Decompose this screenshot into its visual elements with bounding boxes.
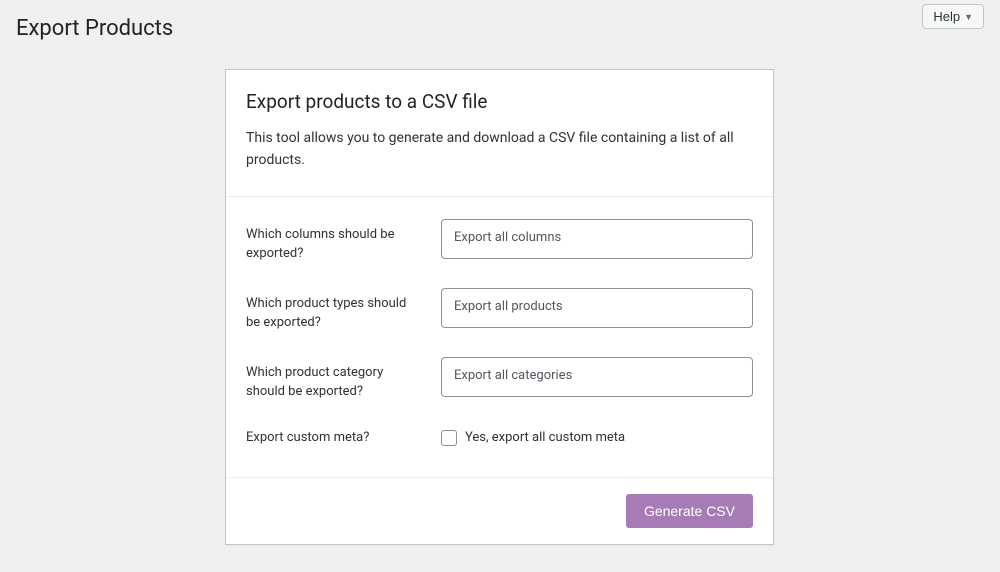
types-select[interactable]: Export all products	[441, 288, 753, 328]
category-select[interactable]: Export all categories	[441, 357, 753, 397]
row-types: Which product types should be exported? …	[246, 274, 753, 343]
page-title: Export Products	[16, 16, 173, 41]
card-description: This tool allows you to generate and dow…	[246, 127, 753, 172]
card-header: Export products to a CSV file This tool …	[226, 70, 773, 197]
export-card: Export products to a CSV file This tool …	[225, 69, 774, 545]
row-category: Which product category should be exporte…	[246, 343, 753, 412]
category-label: Which product category should be exporte…	[246, 357, 421, 402]
card-body: Which columns should be exported? Export…	[226, 197, 773, 479]
row-columns: Which columns should be exported? Export…	[246, 205, 753, 274]
columns-select[interactable]: Export all columns	[441, 219, 753, 259]
meta-label: Export custom meta?	[246, 426, 421, 448]
chevron-down-icon: ▼	[964, 12, 973, 22]
row-meta: Export custom meta? Yes, export all cust…	[246, 412, 753, 458]
meta-checkbox[interactable]	[441, 430, 457, 446]
help-button[interactable]: Help ▼	[922, 4, 984, 29]
help-button-label: Help	[933, 9, 960, 24]
card-title: Export products to a CSV file	[246, 90, 753, 113]
meta-checkbox-label: Yes, export all custom meta	[465, 430, 625, 445]
columns-label: Which columns should be exported?	[246, 219, 421, 264]
types-label: Which product types should be exported?	[246, 288, 421, 333]
card-footer: Generate CSV	[226, 478, 773, 544]
generate-csv-button[interactable]: Generate CSV	[626, 494, 753, 528]
